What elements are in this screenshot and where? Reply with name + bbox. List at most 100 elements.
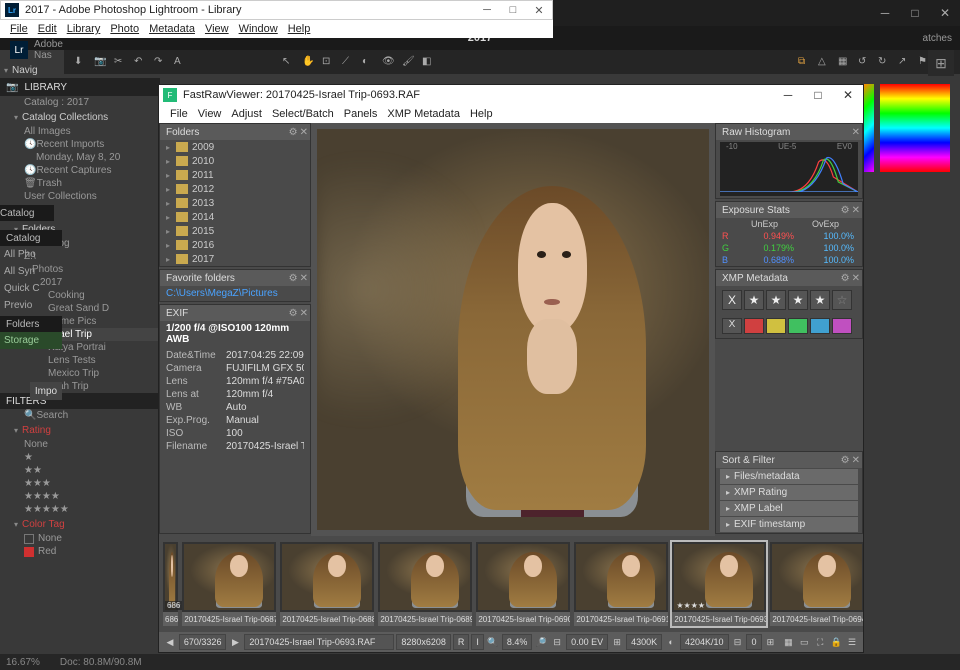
lr-search[interactable]: 🔍 Search xyxy=(0,409,160,422)
folder-2016[interactable]: ▸2016 xyxy=(160,238,310,252)
folder-2011[interactable]: ▸2011 xyxy=(160,168,310,182)
crop-icon[interactable]: ⊡ xyxy=(322,56,334,68)
frv-image-viewport[interactable] xyxy=(311,123,715,536)
frv-histogram-header[interactable]: Raw Histogram✕ xyxy=(716,124,862,140)
folder-2012[interactable]: ▸2012 xyxy=(160,182,310,196)
lr-import-button[interactable]: Impo xyxy=(30,382,62,400)
lr-subfolder[interactable]: Lens Tests xyxy=(0,354,160,367)
gradient-icon[interactable]: ◧ xyxy=(422,56,434,68)
frv-menu-help[interactable]: Help xyxy=(465,108,498,120)
thumbnail[interactable]: 20170425-Israel Trip-0691 xyxy=(574,542,668,626)
xmp-star-3[interactable]: ★ xyxy=(788,290,808,310)
bridge-minimize-button[interactable]: ─ xyxy=(870,0,900,26)
frv-sort-header[interactable]: Sort & Filter⚙✕ xyxy=(716,452,862,468)
lr-library-header[interactable]: LIBRARY xyxy=(24,82,67,93)
pointer-icon[interactable]: ↖ xyxy=(282,56,294,68)
straighten-icon[interactable]: ⟋ xyxy=(342,56,354,68)
gear-icon[interactable]: ⚙ xyxy=(289,127,298,138)
single-view-icon[interactable]: ▭ xyxy=(797,635,811,649)
frv-xmp-header[interactable]: XMP Metadata⚙✕ xyxy=(716,270,862,286)
bridge-close-button[interactable]: ✕ xyxy=(930,0,960,26)
lr-maximize-button[interactable]: □ xyxy=(500,1,526,19)
folder-2015[interactable]: ▸2015 xyxy=(160,224,310,238)
gear-icon[interactable]: ⚙ xyxy=(289,308,298,319)
frv-menu-adjust[interactable]: Adjust xyxy=(226,108,267,120)
lr-subfolder[interactable]: Utah Trip xyxy=(0,380,160,393)
rotate-cw-icon[interactable]: ↻ xyxy=(878,56,890,68)
lr-rating-2[interactable]: ★★ xyxy=(0,464,160,477)
lr-folders-tab[interactable]: Folders xyxy=(0,316,62,332)
lr-colortag-none[interactable]: None xyxy=(0,532,160,545)
thumbnail[interactable]: ★★★★★686686 xyxy=(163,542,178,626)
folder-2009[interactable]: ▸2009 xyxy=(160,140,310,154)
close-icon[interactable]: ✕ xyxy=(852,205,860,216)
lr-coll-monday[interactable]: Monday, May 8, 20 xyxy=(0,151,160,164)
thumbnail[interactable]: 20170425-Israel Trip-0690 xyxy=(476,542,570,626)
stack-icon[interactable]: ⧉ xyxy=(798,56,810,68)
lr-rating-4[interactable]: ★★★★ xyxy=(0,490,160,503)
lr-rating-3[interactable]: ★★★ xyxy=(0,477,160,490)
lr-coll-user[interactable]: User Collections xyxy=(0,190,160,203)
lr-menu-metadata[interactable]: Metadata xyxy=(145,23,199,35)
close-icon[interactable]: ✕ xyxy=(300,308,308,319)
lr-coll-trash[interactable]: 🗑 Trash xyxy=(0,177,160,190)
sort-files[interactable]: Files/metadata xyxy=(720,469,858,484)
lr-catalog-collections[interactable]: Catalog Collections xyxy=(0,109,160,125)
thumbnail[interactable]: 20170425-Israel Trip-0689 xyxy=(378,542,472,626)
lr-menu-photo[interactable]: Photo xyxy=(106,23,143,35)
sort-exif[interactable]: EXIF timestamp xyxy=(720,517,858,532)
lr-cat-syn[interactable]: All Syn xyxy=(0,263,62,280)
next-button[interactable]: ▶ xyxy=(228,635,242,649)
spot-icon[interactable]: ◐ xyxy=(362,56,374,68)
lr-rating-1[interactable]: ★ xyxy=(0,451,160,464)
val-down-icon[interactable]: ⊟ xyxy=(731,635,745,649)
text-icon[interactable]: A xyxy=(174,56,186,68)
gear-icon[interactable]: ⚙ xyxy=(841,273,850,284)
frv-exposure-header[interactable]: Exposure Stats⚙✕ xyxy=(716,202,862,218)
frv-exif-header[interactable]: EXIF⚙✕ xyxy=(160,305,310,321)
lr-cat-prev[interactable]: Previo xyxy=(0,297,62,314)
zoom-in-icon[interactable]: 🔎 xyxy=(534,635,548,649)
xmp-label-1[interactable] xyxy=(744,318,764,334)
lr-rating-header[interactable]: Rating xyxy=(0,422,160,438)
status-mode[interactable]: R xyxy=(453,634,470,650)
thumbnail[interactable]: 20170425-Israel Trip-0687 xyxy=(182,542,276,626)
xmp-star-2[interactable]: ★ xyxy=(766,290,786,310)
close-icon[interactable]: ✕ xyxy=(852,127,860,138)
lr-catalog-tab2[interactable]: Catalog xyxy=(0,230,62,246)
xmp-label-0[interactable]: X xyxy=(722,318,742,334)
lr-rating-none[interactable]: None xyxy=(0,438,160,451)
folder-2017[interactable]: ▸2017 xyxy=(160,252,310,266)
frv-minimize-button[interactable]: ─ xyxy=(773,85,803,105)
frv-maximize-button[interactable]: □ xyxy=(803,85,833,105)
xmp-star-1[interactable]: ★ xyxy=(744,290,764,310)
frv-menu-select[interactable]: Select/Batch xyxy=(267,108,339,120)
sort-rating[interactable]: XMP Rating xyxy=(720,485,858,500)
frv-menu-view[interactable]: View xyxy=(193,108,227,120)
lr-coll-all-images[interactable]: All Images xyxy=(0,125,160,138)
bridge-libraries-button[interactable]: ⊞ xyxy=(928,50,954,76)
xmp-label-2[interactable] xyxy=(766,318,786,334)
gear-icon[interactable]: ⚙ xyxy=(289,273,298,284)
frv-fav-path[interactable]: C:\Users\MegaZ\Pictures xyxy=(160,286,310,301)
hand-icon[interactable]: ✋ xyxy=(302,56,314,68)
close-icon[interactable]: ✕ xyxy=(300,127,308,138)
frv-fav-header[interactable]: Favorite folders⚙✕ xyxy=(160,270,310,286)
xmp-clear-rating[interactable]: X xyxy=(722,290,742,310)
grid-icon[interactable]: ▦ xyxy=(838,56,850,68)
frv-menu-file[interactable]: File xyxy=(165,108,193,120)
thumbnail[interactable]: 20170425-Israel Trip-0688 xyxy=(280,542,374,626)
lr-menu-window[interactable]: Window xyxy=(235,23,282,35)
lr-menu-view[interactable]: View xyxy=(201,23,233,35)
close-icon[interactable]: ✕ xyxy=(852,273,860,284)
frv-close-button[interactable]: ✕ xyxy=(833,85,863,105)
ev-up-icon[interactable]: ⊞ xyxy=(610,635,624,649)
fullscreen-icon[interactable]: ⛶ xyxy=(813,635,827,649)
brush-icon[interactable]: 🖌 xyxy=(402,56,414,68)
lr-rating-5[interactable]: ★★★★★ xyxy=(0,503,160,516)
zoom-out-icon[interactable]: 🔍 xyxy=(486,635,500,649)
frv-menu-xmp[interactable]: XMP Metadata xyxy=(382,108,465,120)
prev-button[interactable]: ◀ xyxy=(163,635,177,649)
lr-subfolder[interactable]: Mexico Trip xyxy=(0,367,160,380)
color-picker-panel[interactable] xyxy=(880,84,950,172)
